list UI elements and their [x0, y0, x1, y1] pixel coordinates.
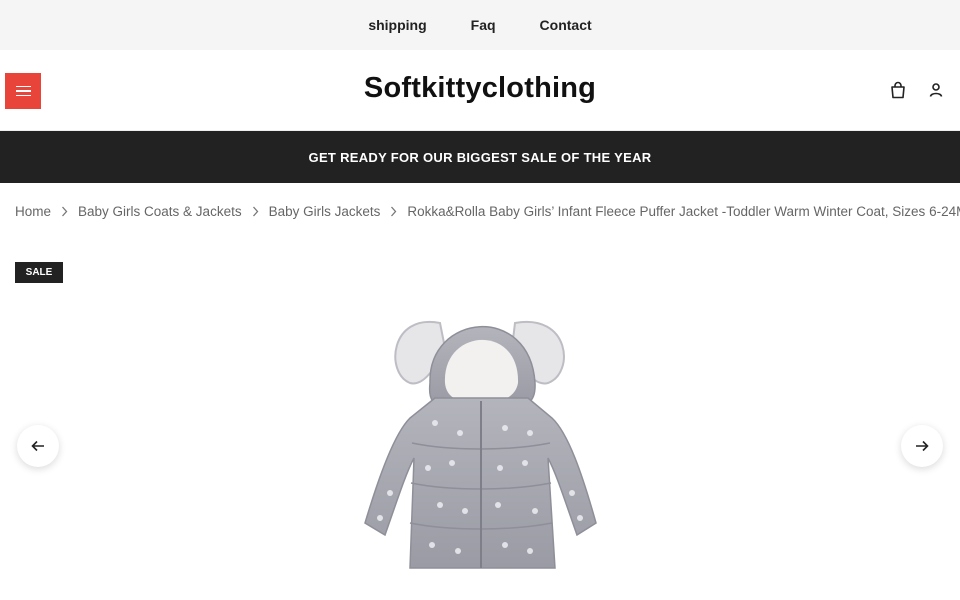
- faq-link[interactable]: Faq: [471, 17, 496, 33]
- sale-badge: SALE: [15, 262, 63, 283]
- user-icon[interactable]: [925, 79, 947, 101]
- chevron-right-icon: [390, 206, 397, 217]
- product-image[interactable]: [340, 283, 620, 573]
- arrow-right-icon: [916, 440, 929, 452]
- breadcrumb-current: Rokka&Rolla Baby Girls’ Infant Fleece Pu…: [407, 204, 960, 219]
- top-nav: shipping Faq Contact: [0, 0, 960, 50]
- chevron-right-icon: [252, 206, 259, 217]
- breadcrumb-coats-jackets[interactable]: Baby Girls Coats & Jackets: [78, 204, 242, 219]
- prev-image-button[interactable]: [17, 425, 59, 467]
- breadcrumb-jackets[interactable]: Baby Girls Jackets: [269, 204, 381, 219]
- breadcrumb-home[interactable]: Home: [15, 204, 51, 219]
- sale-badge-text: SALE: [25, 267, 53, 278]
- promo-text: GET READY FOR OUR BIGGEST SALE OF THE YE…: [308, 149, 652, 165]
- promo-banner: GET READY FOR OUR BIGGEST SALE OF THE YE…: [0, 131, 960, 183]
- chevron-right-icon: [61, 206, 68, 217]
- next-image-button[interactable]: [901, 425, 943, 467]
- breadcrumb: Home Baby Girls Coats & Jackets Baby Gir…: [15, 204, 960, 219]
- shipping-link[interactable]: shipping: [368, 17, 426, 33]
- arrow-left-icon: [31, 440, 44, 452]
- site-logo[interactable]: Softkittyclothing: [0, 72, 960, 105]
- contact-link[interactable]: Contact: [540, 17, 592, 33]
- site-header: Softkittyclothing: [0, 50, 960, 131]
- bag-icon[interactable]: [887, 79, 909, 101]
